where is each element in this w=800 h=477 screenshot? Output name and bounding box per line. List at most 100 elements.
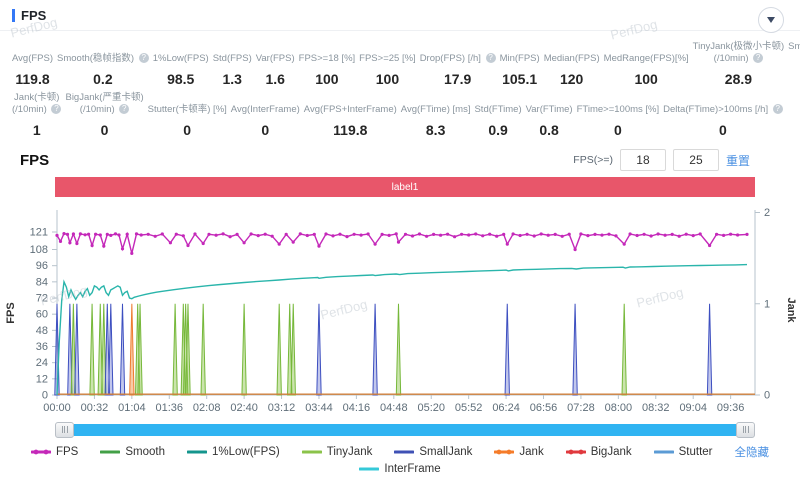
jank-event-TinyJank <box>90 304 94 395</box>
stat-value: 1.6 <box>256 70 295 88</box>
stat-item: FTime>=100ms [%]0 <box>575 104 662 139</box>
svg-text:2: 2 <box>764 207 770 219</box>
scrollbar-left-handle[interactable] <box>55 422 74 438</box>
scrollbar-track[interactable] <box>74 424 736 436</box>
panel-header: FPS <box>0 0 800 31</box>
scrollbar-right-handle[interactable] <box>736 422 755 438</box>
svg-text:96: 96 <box>36 260 48 272</box>
svg-text:FPS: FPS <box>5 302 17 323</box>
stat-item: 1%Low(FPS)98.5 <box>151 53 211 88</box>
fps-section-title: FPS <box>20 152 49 169</box>
info-icon[interactable]: ? <box>139 53 149 63</box>
svg-text:01:36: 01:36 <box>156 402 184 414</box>
stat-item: FPS>=25 [%]100 <box>357 53 418 88</box>
svg-text:Jank: Jank <box>785 297 797 323</box>
jank-event-SmallJank <box>120 304 124 395</box>
info-icon[interactable]: ? <box>773 104 783 114</box>
svg-text:09:04: 09:04 <box>679 402 707 414</box>
chart-svg[interactable]: 0122436486072849610812101200:0000:3201:0… <box>0 205 800 420</box>
legend-item-stutter[interactable]: Stutter <box>654 446 713 458</box>
reset-link[interactable]: 重置 <box>726 152 750 169</box>
chevron-down-icon <box>767 17 775 23</box>
svg-text:02:08: 02:08 <box>193 402 221 414</box>
legend-row-2: InterFrame <box>0 460 800 477</box>
jank-event-TinyJank <box>242 304 246 395</box>
info-icon[interactable]: ? <box>753 53 763 63</box>
stat-value: 98.5 <box>153 70 209 88</box>
svg-text:00:32: 00:32 <box>81 402 109 414</box>
svg-text:06:56: 06:56 <box>530 402 558 414</box>
fps-chart[interactable]: 0122436486072849610812101200:0000:3201:0… <box>0 205 800 420</box>
stat-item: Drop(FPS) [/h] ?17.9 <box>418 53 498 88</box>
jank-event-TinyJank <box>291 304 295 395</box>
svg-text:02:40: 02:40 <box>230 402 258 414</box>
legend-item-interframe[interactable]: InterFrame <box>359 463 440 475</box>
svg-text:60: 60 <box>36 309 48 321</box>
collapse-button[interactable] <box>758 7 784 33</box>
svg-text:24: 24 <box>36 357 48 369</box>
stat-item: Min(FPS)105.1 <box>498 53 542 88</box>
stat-item: Std(FPS)1.3 <box>211 53 254 88</box>
stat-value: 0.9 <box>474 121 521 139</box>
svg-text:09:36: 09:36 <box>717 402 745 414</box>
svg-text:0: 0 <box>42 390 48 402</box>
legend-item-fps[interactable]: FPS <box>31 446 78 458</box>
jank-event-TinyJank <box>622 304 626 395</box>
stat-item: BigJank(严重卡顿)(/10min) ?0 <box>63 92 145 139</box>
fps-threshold-input-2[interactable] <box>673 149 719 171</box>
info-icon[interactable]: ? <box>486 53 496 63</box>
stat-item: Avg(FPS+InterFrame)119.8 <box>302 104 399 139</box>
stat-item: Std(FTime)0.9 <box>472 104 523 139</box>
stat-item: Var(FTime)0.8 <box>524 104 575 139</box>
stat-value: 28.9 <box>693 70 785 88</box>
svg-text:06:24: 06:24 <box>492 402 520 414</box>
stat-value: 119.8 <box>12 70 53 88</box>
legend-item-bigjank[interactable]: BigJank <box>566 446 632 458</box>
hide-all-link[interactable]: 全隐藏 <box>735 444 770 460</box>
stat-item: Avg(FPS)119.8 <box>10 53 55 88</box>
svg-text:08:32: 08:32 <box>642 402 670 414</box>
stat-item: TinyJank(极微小卡顿)(/10min) ?28.9 <box>691 41 787 88</box>
chart-legend: FPS Smooth 1%Low(FPS) TinyJank SmallJank Jank… <box>0 443 800 477</box>
jank-event-SmallJank <box>505 304 509 395</box>
stat-value: 1 <box>12 121 61 139</box>
legend-item-jank[interactable]: Jank <box>494 446 543 458</box>
stat-value: 100 <box>604 70 689 88</box>
jank-event-SmallJank <box>707 304 711 395</box>
stat-value: 119.8 <box>304 121 397 139</box>
info-icon[interactable]: ? <box>51 104 61 114</box>
svg-text:01:04: 01:04 <box>118 402 146 414</box>
series-FPS <box>57 234 747 254</box>
legend-item-smalljank[interactable]: SmallJank <box>394 446 472 458</box>
stat-value: 0 <box>148 121 227 139</box>
stat-value: 0.8 <box>526 121 573 139</box>
stat-value: 0 <box>65 121 143 139</box>
jank-event-TinyJank <box>277 304 281 395</box>
stats-row-2: Jank(卡顿)(/10min) ?1BigJank(严重卡顿)(/10min)… <box>0 88 800 139</box>
panel-title: FPS <box>21 8 46 23</box>
stat-item: Avg(FTime) [ms]8.3 <box>399 104 473 139</box>
svg-text:05:52: 05:52 <box>455 402 483 414</box>
svg-text:03:12: 03:12 <box>268 402 296 414</box>
svg-text:03:44: 03:44 <box>305 402 333 414</box>
fps-section-header: FPS FPS(>=) 重置 <box>0 139 800 175</box>
stat-value: 120 <box>544 70 600 88</box>
legend-item-tinyjank[interactable]: TinyJank <box>302 446 373 458</box>
stat-item: Stutter(卡顿率) [%]0 <box>146 104 229 139</box>
stat-item: Delta(FTime)>100ms [/h] ?0 <box>661 104 785 139</box>
svg-text:84: 84 <box>36 276 48 288</box>
chart-range-scrollbar <box>55 422 755 437</box>
jank-event-TinyJank <box>201 304 205 395</box>
svg-text:04:48: 04:48 <box>380 402 408 414</box>
legend-item-smooth[interactable]: Smooth <box>100 446 165 458</box>
perfdog-fps-panel: FPS Avg(FPS)119.8Smooth(稳帧指数) ?0.21%Low(… <box>0 0 800 477</box>
svg-text:00:00: 00:00 <box>43 402 71 414</box>
stat-value: 0 <box>663 121 783 139</box>
stat-value: 8.3 <box>401 121 471 139</box>
svg-text:04:16: 04:16 <box>343 402 371 414</box>
stat-value: 105.1 <box>500 70 540 88</box>
legend-item-1lowfps[interactable]: 1%Low(FPS) <box>187 446 280 458</box>
fps-threshold-input-1[interactable] <box>620 149 666 171</box>
info-icon[interactable]: ? <box>119 104 129 114</box>
stat-value: 11.9 <box>788 70 800 88</box>
